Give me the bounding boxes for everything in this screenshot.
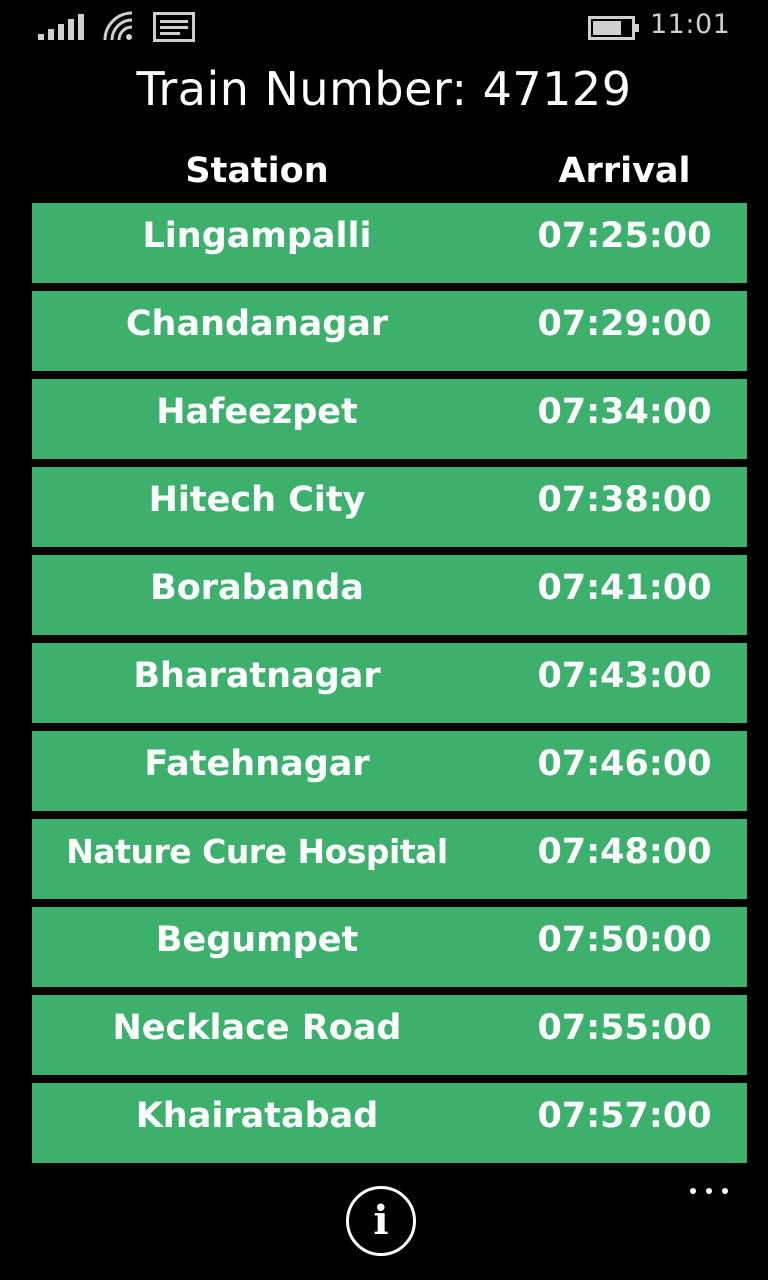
arrival-time: 07:38:00 <box>537 480 712 520</box>
station-row[interactable]: Hitech City 07:38:00 <box>32 467 747 547</box>
station-name: Chandanagar <box>125 304 389 344</box>
arrival-time: 07:48:00 <box>537 832 712 872</box>
app-bar: i <box>0 1168 768 1280</box>
station-row[interactable]: Lingampalli 07:25:00 <box>32 203 747 283</box>
arrival-time: 07:43:00 <box>537 656 712 696</box>
arrival-column-header: Arrival <box>558 151 691 191</box>
arrival-time: 07:34:00 <box>537 392 712 432</box>
wifi-icon <box>103 11 133 41</box>
station-row[interactable]: Nature Cure Hospital 07:48:00 <box>32 819 747 899</box>
station-row[interactable]: Khairatabad 07:57:00 <box>32 1083 747 1163</box>
battery-icon <box>588 16 639 40</box>
status-clock: 11:01 <box>650 9 731 40</box>
station-name: Lingampalli <box>142 216 372 256</box>
arrival-time: 07:25:00 <box>537 216 712 256</box>
station-name: Necklace Road <box>112 1008 402 1048</box>
station-row[interactable]: Begumpet 07:50:00 <box>32 907 747 987</box>
station-name: Begumpet <box>155 920 359 960</box>
arrival-time: 07:41:00 <box>537 568 712 608</box>
arrival-time: 07:57:00 <box>537 1096 712 1136</box>
more-ellipsis-icon[interactable] <box>684 1178 734 1202</box>
arrival-time: 07:46:00 <box>537 744 712 784</box>
status-bar: 11:01 <box>0 0 768 56</box>
station-row[interactable]: Bharatnagar 07:43:00 <box>32 643 747 723</box>
info-icon: i <box>373 1197 389 1244</box>
station-name: Borabanda <box>150 568 364 608</box>
table-header: Station Arrival <box>32 146 747 196</box>
station-name: Khairatabad <box>135 1096 379 1136</box>
station-name: Bharatnagar <box>133 656 381 696</box>
station-list: Lingampalli 07:25:00 Chandanagar 07:29:0… <box>32 203 747 1171</box>
station-name: Hitech City <box>148 480 366 520</box>
page-title: Train Number: 47129 <box>136 62 632 116</box>
info-button[interactable]: i <box>346 1186 416 1256</box>
station-row[interactable]: Hafeezpet 07:34:00 <box>32 379 747 459</box>
arrival-time: 07:55:00 <box>537 1008 712 1048</box>
station-name: Hafeezpet <box>156 392 358 432</box>
station-column-header: Station <box>185 151 329 191</box>
station-row[interactable]: Chandanagar 07:29:00 <box>32 291 747 371</box>
message-icon <box>153 12 195 42</box>
arrival-time: 07:29:00 <box>537 304 712 344</box>
station-name: Nature Cure Hospital <box>66 832 448 871</box>
station-name: Fatehnagar <box>144 744 370 784</box>
station-row[interactable]: Necklace Road 07:55:00 <box>32 995 747 1075</box>
station-row[interactable]: Borabanda 07:41:00 <box>32 555 747 635</box>
signal-strength-icon <box>38 14 84 40</box>
arrival-time: 07:50:00 <box>537 920 712 960</box>
station-row[interactable]: Fatehnagar 07:46:00 <box>32 731 747 811</box>
